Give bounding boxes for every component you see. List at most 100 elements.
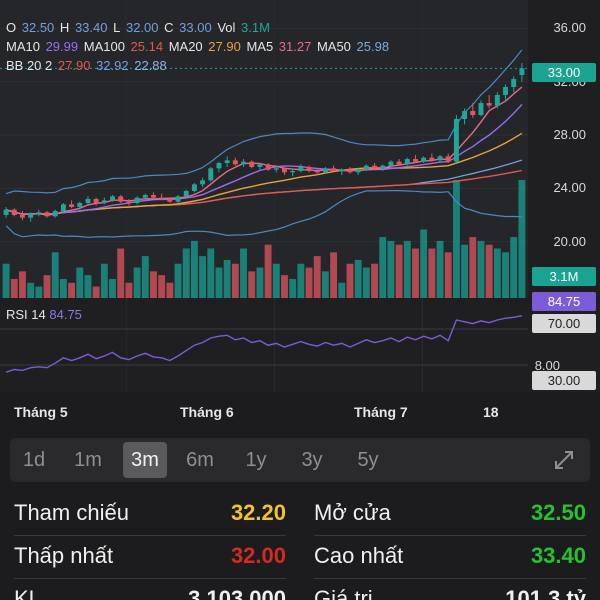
candle-body	[380, 165, 386, 169]
ma-value: 29.99	[45, 39, 82, 54]
expand-icon[interactable]	[552, 448, 576, 472]
divider	[14, 535, 286, 536]
stat-label: Mở cửa	[314, 500, 391, 525]
volume-bar	[338, 282, 346, 298]
volume-bar	[477, 240, 485, 298]
volume-bar	[289, 278, 297, 298]
range-3y-button[interactable]: 3y	[290, 442, 334, 478]
candle-body	[273, 168, 279, 170]
stat-value: 3,103,000	[188, 586, 286, 600]
volume-bar	[141, 256, 149, 298]
close-value: 33.00	[179, 20, 212, 35]
candle-body	[429, 157, 435, 161]
ma-value: 25.14	[130, 39, 167, 54]
bb-lower-value: 22.88	[134, 58, 167, 73]
stat-label: Cao nhất	[314, 543, 404, 568]
volume-bar	[305, 267, 313, 298]
candle-body	[290, 171, 296, 173]
volume-bar	[313, 256, 321, 298]
volume-bar	[43, 275, 51, 298]
stat-value: 101.3 tỷ	[505, 586, 586, 600]
candle-body	[282, 168, 287, 173]
candle-body	[110, 196, 115, 201]
range-6m-button[interactable]: 6m	[178, 442, 222, 478]
candle-body	[355, 169, 361, 173]
candle-body	[331, 168, 337, 171]
candle-body	[175, 196, 181, 202]
volume-tag: 3.1M	[532, 267, 596, 286]
candle-body	[396, 161, 402, 165]
rsi-current-tag: 84.75	[532, 292, 596, 311]
candle-body	[208, 168, 214, 181]
candle-body	[503, 87, 508, 95]
volume-bar	[362, 267, 370, 298]
candle-body	[486, 103, 492, 106]
range-1y-button[interactable]: 1y	[234, 442, 278, 478]
stat-value: 33.40	[530, 543, 586, 568]
current-price-tag: 33.00	[532, 63, 596, 82]
volume-bar	[412, 248, 419, 298]
ma-label: MA5	[246, 39, 277, 54]
volume-bar	[92, 286, 100, 298]
stat-value: 32.50	[530, 500, 586, 525]
stat-value: 32.20	[230, 500, 286, 525]
rsi-value: 84.75	[49, 307, 82, 322]
volume-bar	[502, 252, 509, 298]
volume-bar	[231, 263, 239, 298]
candle-body	[322, 168, 328, 173]
volume-bar	[371, 263, 378, 298]
rsi-upper-tag: 70.00	[532, 314, 596, 333]
high-value: 33.40	[74, 20, 108, 35]
time-label-may: Tháng 5	[14, 404, 68, 420]
volume-bar	[346, 263, 354, 298]
candle-body	[216, 163, 222, 169]
bb-mid-value: 32.92	[96, 58, 129, 73]
candle-body	[462, 111, 468, 119]
candle-body	[241, 161, 246, 165]
volume-bar	[68, 282, 76, 298]
range-5y-button[interactable]: 5y	[346, 442, 390, 478]
bb-label: BB 20 2	[6, 58, 53, 73]
ma-label: MA50	[316, 39, 355, 54]
ma-label: MA20	[168, 39, 207, 54]
volume-bar	[166, 282, 174, 298]
volume-bar	[469, 237, 477, 298]
volume-bar	[510, 237, 518, 298]
candle-body	[306, 167, 312, 171]
candle-body	[388, 161, 394, 166]
stat-value-traded: Giá trị 101.3 tỷ	[314, 580, 586, 600]
volume-bar	[2, 263, 10, 298]
volume-bar	[452, 180, 460, 298]
volume-bar	[272, 263, 280, 298]
time-label-june: Tháng 6	[180, 404, 234, 420]
stat-low-price: Thấp nhất 32.00	[14, 537, 286, 579]
stat-open-price: Mở cửa 32.50	[314, 494, 586, 536]
volume-bar	[182, 248, 190, 298]
candle-body	[347, 169, 353, 173]
ma-label: MA100	[83, 39, 129, 54]
open-value: 32.50	[21, 20, 55, 35]
open-label: O	[6, 20, 17, 35]
volume-bar	[207, 248, 215, 298]
candle-body	[118, 196, 124, 202]
volume-bar	[174, 263, 182, 298]
candle-body	[445, 156, 451, 162]
candle-body	[511, 79, 517, 87]
ma-value: 27.90	[208, 39, 245, 54]
bb-legend: BB 20 2 27.90 32.92 22.88	[6, 58, 169, 74]
candle-body	[257, 164, 263, 167]
stat-label: KL	[14, 586, 41, 600]
divider	[314, 535, 586, 536]
time-label-july: Tháng 7	[354, 404, 408, 420]
volume-bar	[256, 267, 264, 298]
price-axis-label: 28.00	[553, 127, 586, 142]
volume-bar	[158, 275, 166, 298]
volume-bar	[10, 278, 18, 298]
range-1m-button[interactable]: 1m	[66, 442, 110, 478]
range-3m-button[interactable]: 3m	[123, 442, 167, 478]
time-label-18: 18	[483, 404, 499, 420]
candle-body	[28, 213, 34, 218]
range-1d-button[interactable]: 1d	[12, 442, 56, 478]
price-chart[interactable]: O 32.50 H 33.40 L 32.00 C 33.00 Vol 3.1M…	[0, 0, 600, 392]
volume-bar	[84, 275, 92, 298]
